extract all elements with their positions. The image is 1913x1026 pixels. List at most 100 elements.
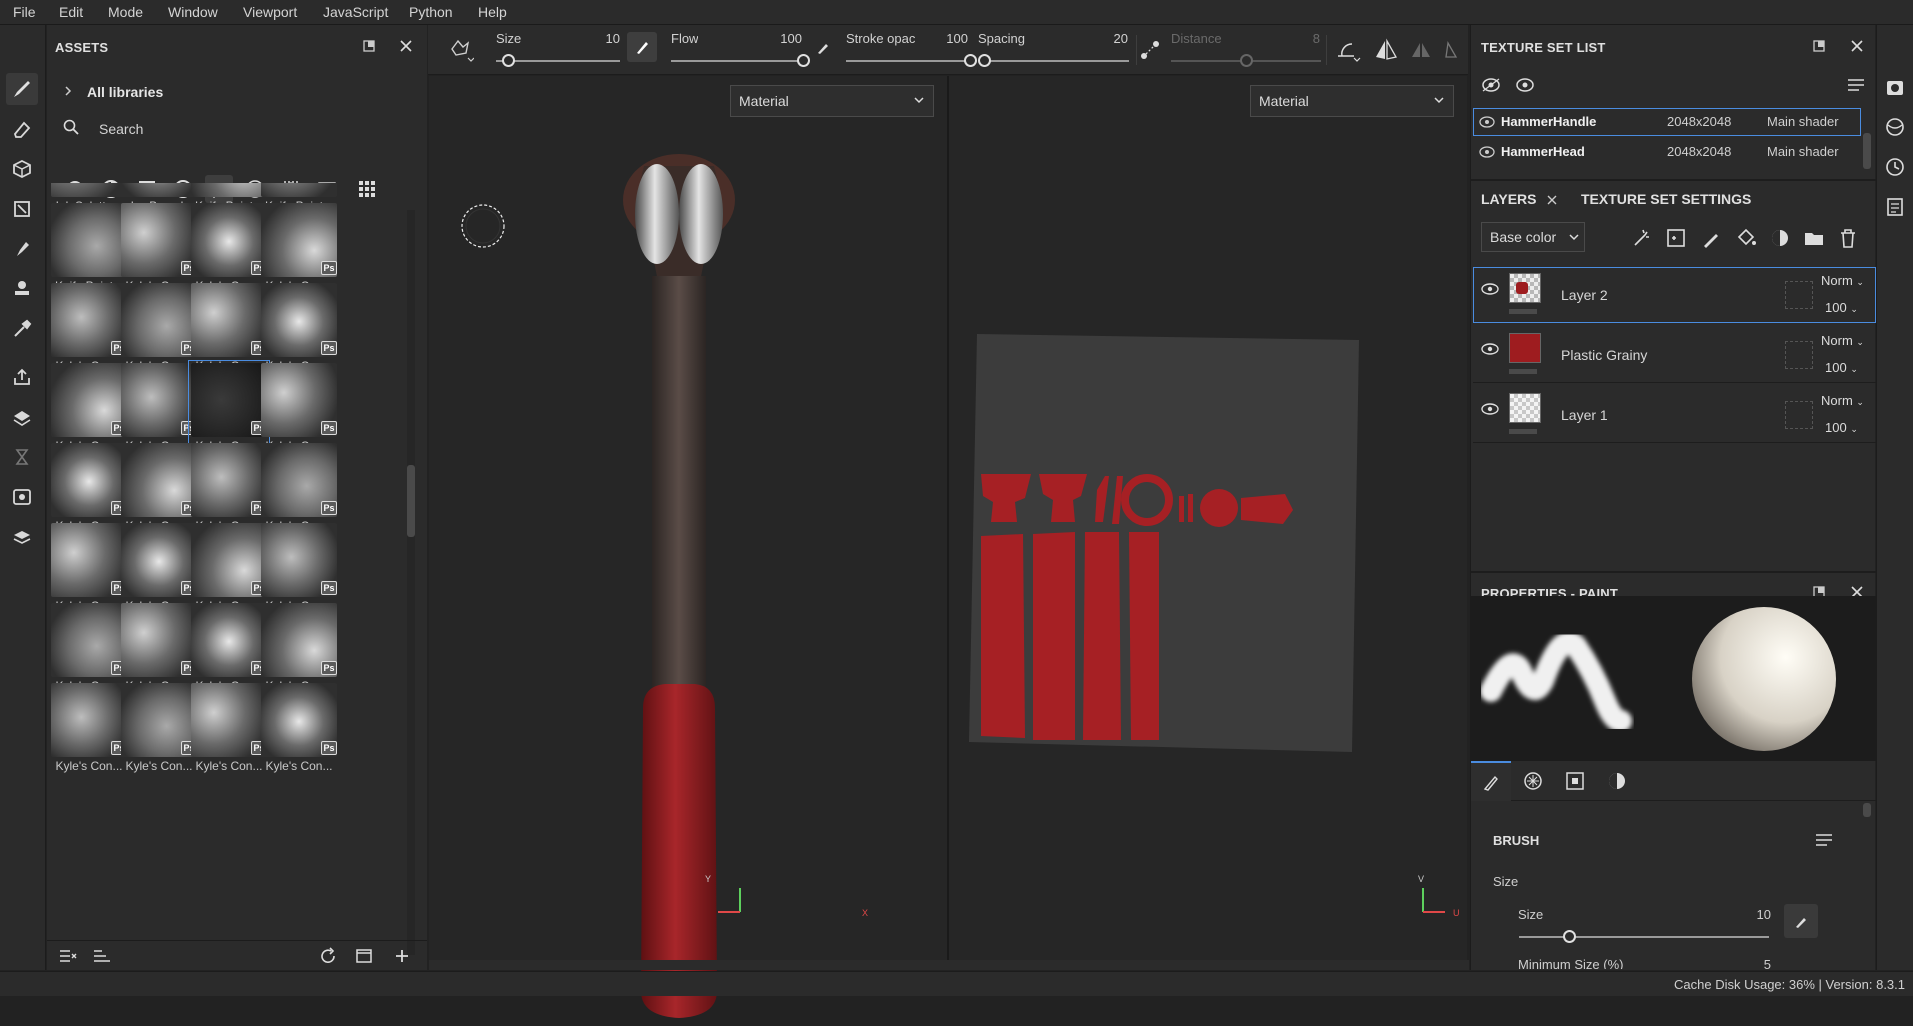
tab-stencil[interactable] [1555, 761, 1595, 801]
size-value[interactable]: 10 [580, 31, 620, 46]
delete-layer-icon[interactable] [1837, 227, 1859, 249]
asset-tile[interactable]: PsKyle's Con... [189, 281, 269, 373]
undock-icon[interactable] [1812, 39, 1826, 53]
asset-tile[interactable]: PsKyle's Con... [189, 681, 269, 773]
asset-tile[interactable]: PsKyle's Con... [259, 441, 339, 533]
asset-tile[interactable]: PsKyle's Con... [49, 281, 129, 373]
polygon-fill-tool-icon[interactable] [6, 193, 38, 225]
list-filter-icon[interactable] [55, 943, 81, 969]
alignment-icon[interactable] [1334, 36, 1362, 64]
add-paint-layer-icon[interactable] [1701, 227, 1723, 249]
asset-tile[interactable]: PsKyle's Con... [119, 201, 199, 293]
smudge-tool-icon[interactable] [6, 233, 38, 265]
tab-brush[interactable] [1471, 761, 1511, 801]
tab-layers[interactable]: LAYERS [1481, 191, 1537, 207]
layer-row[interactable]: Layer 2 Norm ⌄ 100 ⌄ [1473, 267, 1876, 323]
flow-value[interactable]: 100 [762, 31, 802, 46]
log-icon[interactable] [1885, 197, 1905, 217]
asset-tile[interactable]: PsKyle's Con... [259, 681, 339, 773]
layer-mask-slot[interactable] [1785, 281, 1813, 309]
layer-name[interactable]: Layer 2 [1561, 287, 1608, 303]
asset-tile[interactable]: PsKyle's Con... [188, 360, 270, 454]
history-icon[interactable] [6, 441, 38, 473]
slider-knob[interactable] [1563, 930, 1576, 943]
display-settings-icon[interactable] [6, 481, 38, 513]
shelf-icon[interactable] [6, 521, 38, 553]
asset-tile[interactable]: PsKyle's Con... [259, 361, 339, 453]
add-folder-icon[interactable] [1803, 227, 1825, 249]
undock-icon[interactable] [362, 39, 376, 53]
viewport-3d[interactable]: Material Y X [429, 76, 947, 1018]
opacity-field[interactable]: 100 ⌄ [1825, 420, 1858, 435]
camera-settings-icon[interactable] [1885, 77, 1905, 97]
color-picker-tool-icon[interactable] [6, 313, 38, 345]
symmetry-mirror-icon[interactable] [1373, 37, 1399, 63]
asset-tile[interactable]: PsKyle's Con... [189, 601, 269, 693]
eraser-tool-icon[interactable] [6, 113, 38, 145]
asset-tile[interactable]: PsKyle's Con... [49, 361, 129, 453]
slider-knob[interactable] [1240, 54, 1253, 67]
texture-set-shader[interactable]: Main shader [1767, 114, 1839, 129]
menu-file[interactable]: File [13, 4, 36, 20]
texture-set-shader[interactable]: Main shader [1767, 144, 1839, 159]
refresh-icon[interactable] [315, 943, 341, 969]
layer-row[interactable]: Plastic Grainy Norm ⌄ 100 ⌄ [1473, 327, 1876, 383]
asset-tile[interactable]: PsKyle's Con... [49, 441, 129, 533]
menu-edit[interactable]: Edit [59, 4, 83, 20]
environment-icon[interactable] [1885, 117, 1905, 137]
mirror-off-icon[interactable] [1408, 37, 1434, 63]
asset-tile[interactable]: PsKyle's Con... [119, 441, 199, 533]
spacing-value[interactable]: 20 [1100, 31, 1128, 46]
symmetry-settings-icon[interactable] [448, 37, 474, 63]
opacity-field[interactable]: 100 ⌄ [1825, 360, 1858, 375]
visibility-icon[interactable] [1515, 77, 1535, 93]
menu-list-icon[interactable] [1847, 77, 1865, 93]
lazy-mouse-icon[interactable] [1137, 37, 1163, 63]
add-effect-icon[interactable] [1631, 227, 1653, 249]
stroke-opacity-slider[interactable] [846, 60, 970, 62]
slider-knob[interactable] [977, 54, 991, 67]
scrollbar-thumb[interactable] [407, 465, 415, 537]
texture-set-scrollbar[interactable] [1863, 133, 1871, 169]
texture-set-row[interactable]: HammerHandle 2048x2048 Main shader [1473, 108, 1861, 136]
asset-tile[interactable]: PsKyle's Con... [49, 601, 129, 693]
eye-icon[interactable] [1481, 283, 1499, 295]
asset-tile[interactable]: PsKyle's Con... [259, 201, 339, 293]
tab-material[interactable] [1597, 761, 1637, 801]
channel-select-2d[interactable]: Material [1250, 85, 1454, 117]
breadcrumb[interactable]: All libraries [87, 84, 163, 100]
texture-set-row[interactable]: HammerHead 2048x2048 Main shader [1473, 138, 1861, 166]
menu-mode[interactable]: Mode [108, 4, 143, 20]
opacity-field[interactable]: 100 ⌄ [1825, 300, 1858, 315]
min-size-value[interactable]: 5 [1731, 957, 1771, 969]
asset-tile[interactable]: PsKyle's Con... [189, 201, 269, 293]
slider-knob[interactable] [797, 54, 810, 67]
asset-tile[interactable]: PsKyle's Con... [49, 521, 129, 613]
layer-row[interactable]: Layer 1 Norm ⌄ 100 ⌄ [1473, 387, 1876, 443]
pen-pressure-button[interactable] [627, 32, 657, 62]
sort-list-icon[interactable] [89, 943, 115, 969]
blend-mode-dropdown[interactable]: Norm ⌄ [1821, 393, 1864, 408]
bake-icon[interactable] [6, 401, 38, 433]
brush-size-value[interactable]: 10 [1731, 907, 1771, 922]
blend-mode-dropdown[interactable]: Norm ⌄ [1821, 273, 1864, 288]
channel-dropdown[interactable]: Base color [1481, 222, 1585, 252]
solo-visibility-icon[interactable] [1481, 77, 1501, 93]
asset-tile[interactable]: PsKyle's Con... [119, 281, 199, 373]
menu-javascript[interactable]: JavaScript [323, 4, 388, 20]
pressure-toggle-button[interactable] [1784, 904, 1818, 938]
section-menu-icon[interactable] [1815, 832, 1833, 848]
asset-tile[interactable]: PsKyle's Con... [119, 681, 199, 773]
menu-window[interactable]: Window [168, 4, 218, 20]
asset-tile[interactable]: PsKyle's Con... [119, 601, 199, 693]
slider-knob[interactable] [502, 54, 516, 67]
tab-alpha[interactable] [1513, 761, 1553, 801]
add-smart-material-icon[interactable] [1769, 227, 1791, 249]
close-tab-icon[interactable] [1546, 194, 1558, 206]
stroke-opacity-value[interactable]: 100 [928, 31, 968, 46]
eye-icon[interactable] [1481, 403, 1499, 415]
paint-brush-tool-icon[interactable] [6, 73, 38, 105]
asset-tile[interactable]: PsKyle's Con... [259, 601, 339, 693]
more-tools-icon[interactable] [1442, 37, 1462, 63]
add-icon[interactable] [389, 943, 415, 969]
